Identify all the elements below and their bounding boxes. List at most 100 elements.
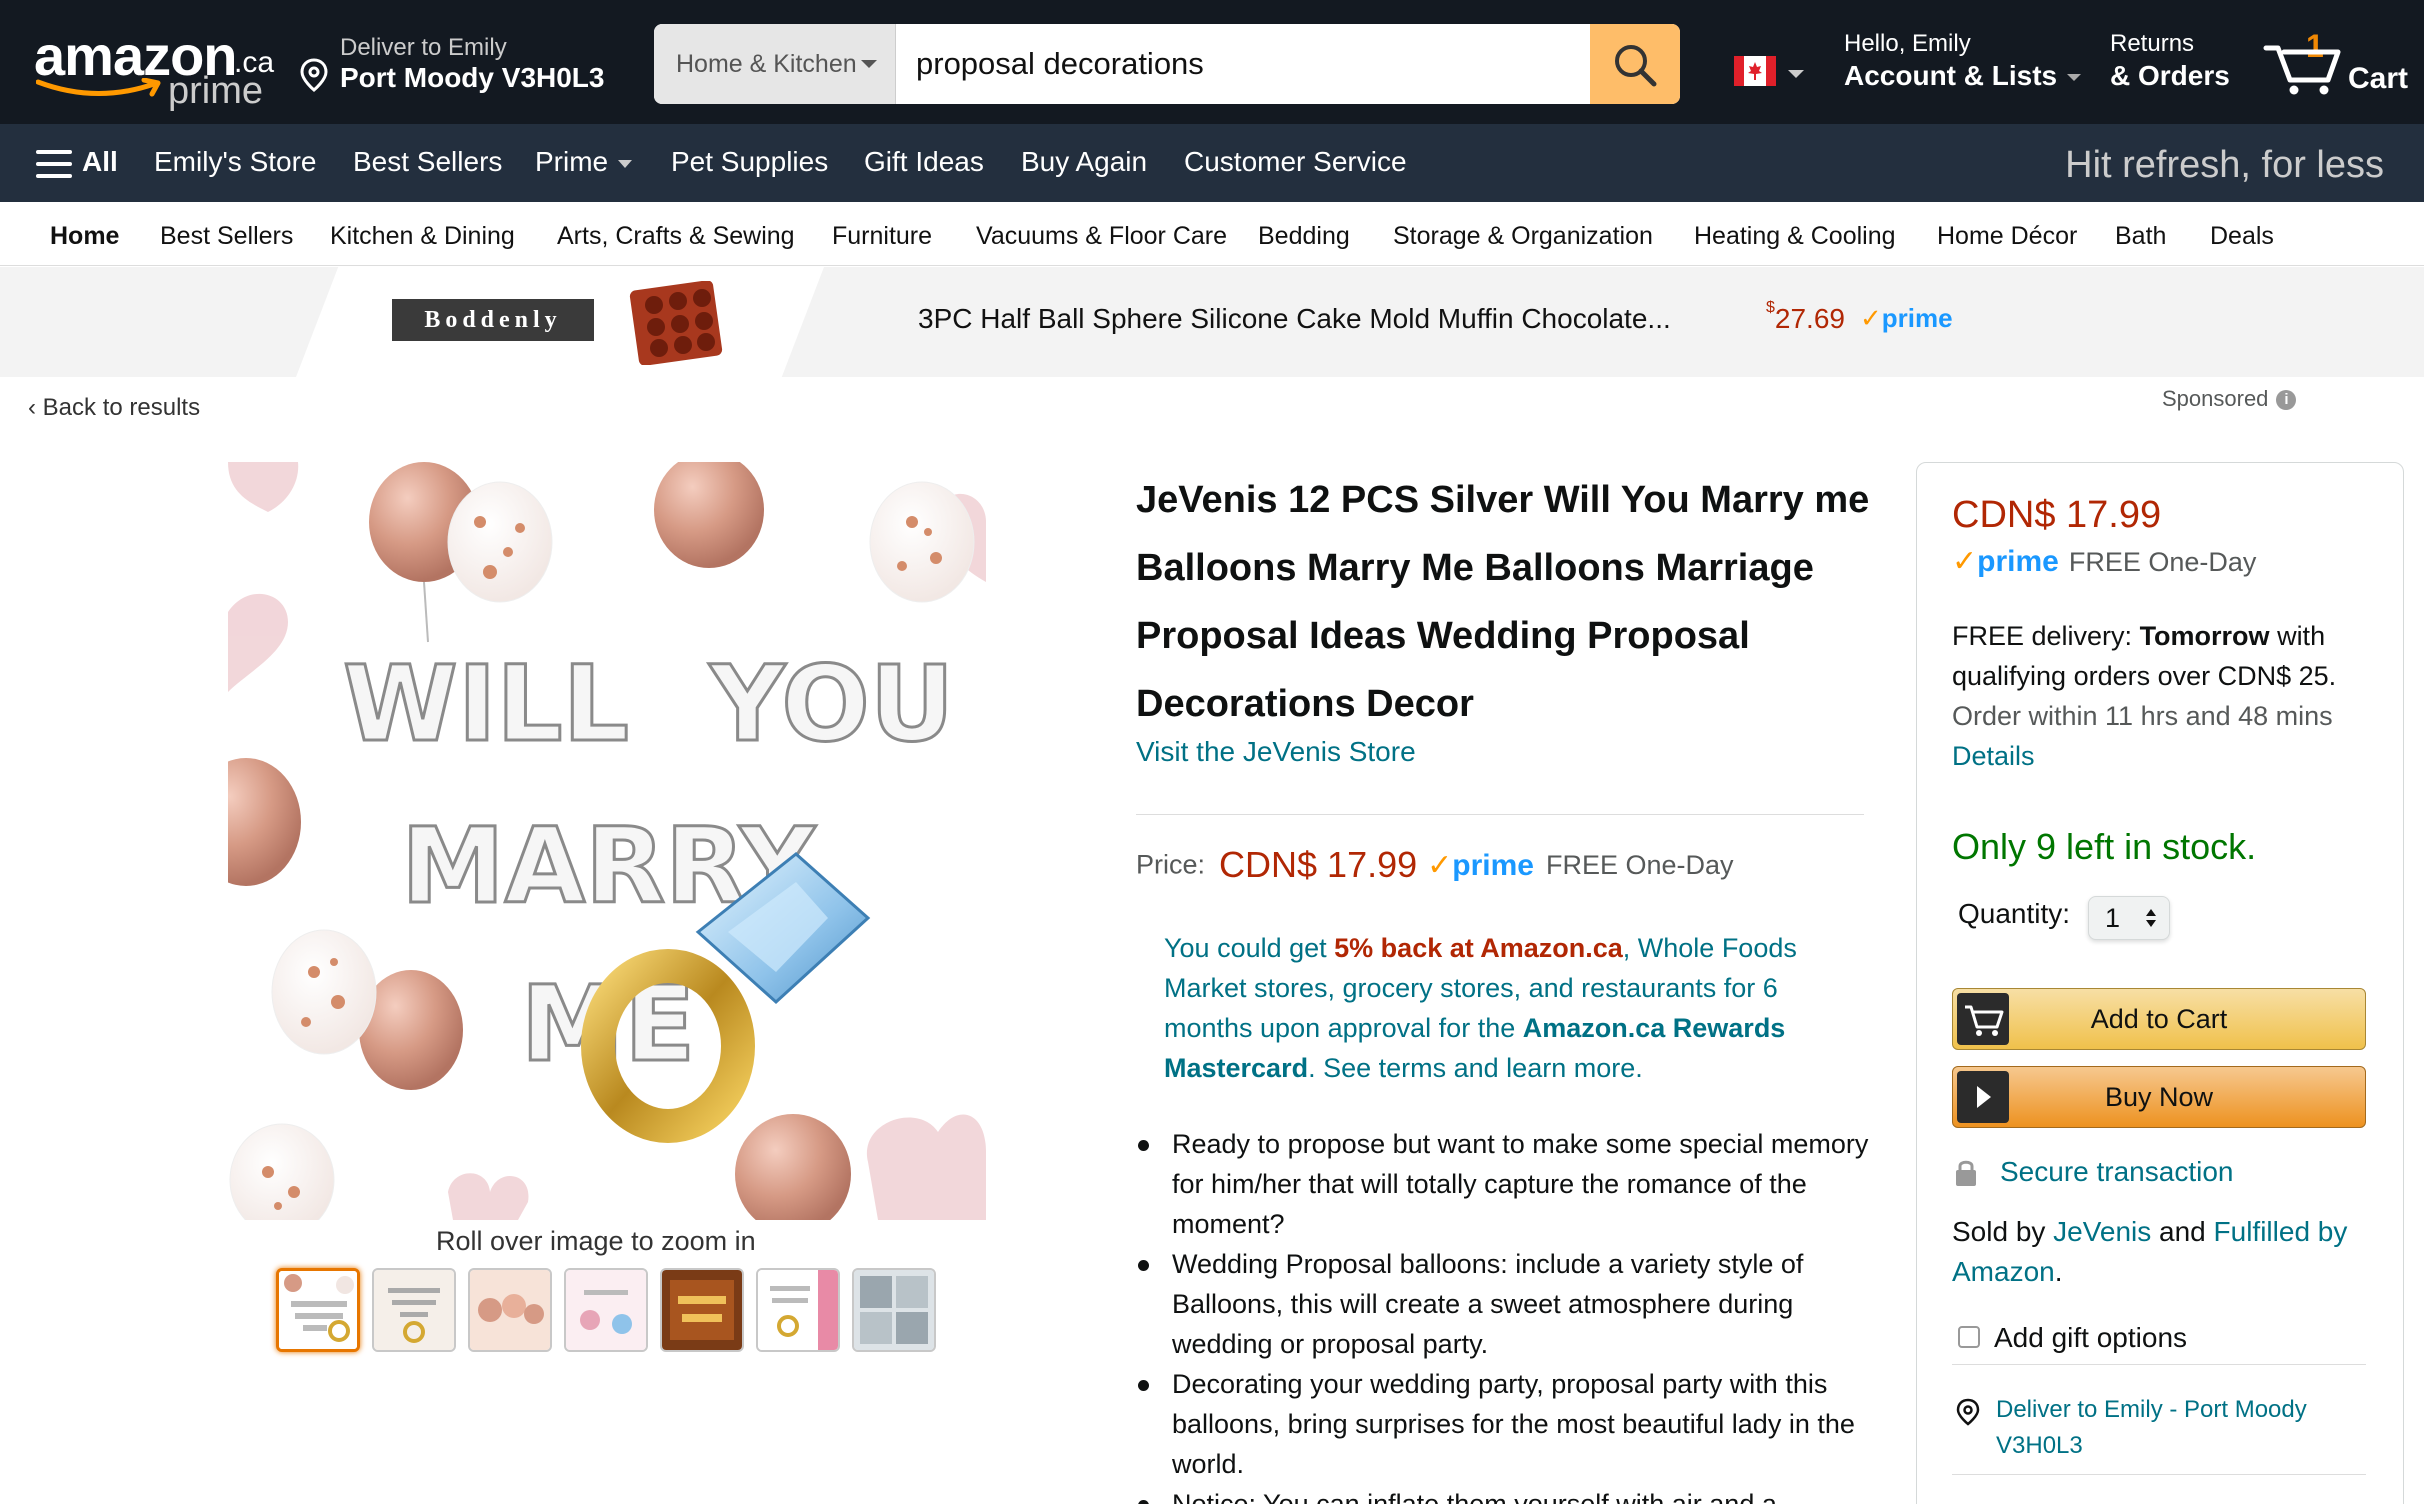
orders-label: & Orders bbox=[2110, 60, 2230, 91]
nav-promo-text[interactable]: Hit refresh, for less bbox=[2065, 144, 2384, 187]
chevron-left-icon: ‹ bbox=[28, 394, 43, 421]
select-arrows-icon bbox=[2146, 909, 2156, 927]
nav-item-pet-supplies[interactable]: Pet Supplies bbox=[671, 146, 828, 178]
subnav-item-bedding[interactable]: Bedding bbox=[1258, 222, 1350, 251]
smile-arrow-icon bbox=[36, 78, 161, 97]
thumbnail-3[interactable] bbox=[468, 1268, 552, 1352]
delivery-prefix: FREE delivery: bbox=[1952, 621, 2140, 651]
nav-item-best-sellers[interactable]: Best Sellers bbox=[353, 146, 502, 178]
product-title: JeVenis 12 PCS Silver Will You Marry me … bbox=[1136, 479, 1870, 725]
promo-suffix: . See terms and learn more. bbox=[1308, 1053, 1643, 1083]
nav-item-prime[interactable]: Prime bbox=[535, 146, 633, 178]
banner-price-symbol: $ bbox=[1766, 299, 1775, 316]
thumbnail-6[interactable] bbox=[756, 1268, 840, 1352]
canada-flag-icon bbox=[1734, 56, 1776, 86]
back-to-results-link[interactable]: ‹ Back to results bbox=[28, 394, 200, 422]
amazon-prime-logo[interactable]: amazon .ca prime bbox=[30, 26, 274, 113]
chevron-down-icon bbox=[2067, 74, 2082, 82]
delivery-day: Tomorrow bbox=[2139, 621, 2270, 651]
buybox-prime-row: ✓prime FREE One-Day bbox=[1952, 544, 2256, 579]
search-bar: Home & Kitchen bbox=[654, 24, 1680, 104]
feature-bullets: Ready to propose but want to make some s… bbox=[1136, 1124, 1876, 1504]
delivery-details-link[interactable]: Details bbox=[1952, 741, 2035, 771]
cart-button[interactable]: 1 Cart bbox=[2262, 28, 2412, 104]
gift-options-checkbox[interactable] bbox=[1958, 1326, 1980, 1348]
prime-badge: ✓prime bbox=[1952, 545, 2059, 578]
subnav-item-heating-cooling[interactable]: Heating & Cooling bbox=[1694, 222, 1896, 251]
banner-prime-label: prime bbox=[1881, 303, 1953, 333]
seller-link[interactable]: JeVenis bbox=[2053, 1216, 2151, 1247]
promo-highlight: 5% back at Amazon.ca bbox=[1334, 933, 1623, 963]
divider bbox=[1952, 1364, 2366, 1365]
zoom-hint: Roll over image to zoom in bbox=[436, 1226, 756, 1256]
free-shipping-label: FREE One-Day bbox=[2068, 547, 2257, 577]
add-to-cart-button[interactable]: Add to Cart bbox=[1952, 988, 2366, 1050]
quantity-select[interactable]: 1 bbox=[2088, 896, 2170, 940]
location-pin-icon bbox=[300, 58, 328, 92]
search-icon bbox=[1615, 45, 1657, 87]
nav-item-customer-service[interactable]: Customer Service bbox=[1184, 146, 1407, 178]
account-and-lists[interactable]: Hello, Emily Account & Lists bbox=[1844, 30, 2082, 92]
search-category-label: Home & Kitchen bbox=[676, 50, 857, 78]
nav-item-gift-ideas[interactable]: Gift Ideas bbox=[864, 146, 984, 178]
subnav-item-home-decor[interactable]: Home Décor bbox=[1937, 222, 2077, 251]
banner-price: $27.69 bbox=[1766, 299, 1845, 335]
sold-by-info: Sold by JeVenis and Fulfilled by Amazon. bbox=[1952, 1212, 2382, 1292]
nav-item-emilys-store[interactable]: Emily's Store bbox=[154, 146, 317, 178]
banner-prime-badge: ✓prime bbox=[1860, 303, 1953, 334]
balloon-text-line1: WILL bbox=[343, 643, 629, 765]
price-row: Price: CDN$ 17.99 ✓prime FREE One-Day bbox=[1136, 844, 1734, 886]
product-price: CDN$ 17.99 bbox=[1219, 844, 1418, 885]
quantity-label: Quantity: bbox=[1958, 898, 2071, 929]
subnav-item-best-sellers[interactable]: Best Sellers bbox=[160, 222, 293, 251]
sold-by-end: . bbox=[2054, 1256, 2063, 1287]
back-to-results-label: Back to results bbox=[42, 394, 201, 421]
search-category-select[interactable]: Home & Kitchen bbox=[654, 24, 896, 104]
account-lists-label: Account & Lists bbox=[1844, 60, 2058, 91]
subnav-item-vacuums[interactable]: Vacuums & Floor Care bbox=[976, 222, 1227, 251]
language-selector[interactable] bbox=[1734, 56, 1804, 86]
subnav-item-arts-crafts[interactable]: Arts, Crafts & Sewing bbox=[557, 222, 795, 251]
sponsored-banner[interactable]: Boddenly 3PC Half Ball Sphere Silicone C… bbox=[0, 267, 2424, 377]
feature-bullet: Wedding Proposal balloons: include a var… bbox=[1136, 1244, 1876, 1364]
nav-item-prime-label: Prime bbox=[535, 146, 609, 177]
sponsored-label[interactable]: Sponsored i bbox=[2162, 386, 2297, 412]
play-icon bbox=[1957, 1071, 2009, 1123]
returns-and-orders[interactable]: Returns & Orders bbox=[2110, 30, 2230, 92]
buy-now-button[interactable]: Buy Now bbox=[1952, 1066, 2366, 1128]
subnav-item-furniture[interactable]: Furniture bbox=[832, 222, 932, 251]
hamburger-menu-icon bbox=[36, 150, 72, 178]
stock-status: Only 9 left in stock. bbox=[1952, 826, 2257, 867]
thumbnail-7[interactable] bbox=[852, 1268, 936, 1352]
feature-bullet: Decorating your wedding party, proposal … bbox=[1136, 1364, 1876, 1484]
prime-check-icon: ✓ bbox=[1952, 545, 1978, 578]
subnav-item-storage[interactable]: Storage & Organization bbox=[1393, 222, 1653, 251]
search-button[interactable] bbox=[1590, 24, 1680, 104]
banner-product-title[interactable]: 3PC Half Ball Sphere Silicone Cake Mold … bbox=[918, 303, 1671, 335]
subnav-item-deals[interactable]: Deals bbox=[2210, 222, 2274, 251]
add-to-cart-label: Add to Cart bbox=[2090, 1004, 2228, 1034]
main-nav: All Emily's Store Best Sellers Prime Pet… bbox=[0, 124, 2424, 202]
search-input[interactable] bbox=[896, 24, 1570, 104]
divider bbox=[1952, 1474, 2366, 1475]
product-main-image[interactable]: WILL YOU MARRY ME bbox=[228, 462, 986, 1220]
nav-item-buy-again[interactable]: Buy Again bbox=[1021, 146, 1147, 178]
subnav-item-home[interactable]: Home bbox=[50, 222, 119, 251]
chevron-down-icon bbox=[861, 60, 877, 68]
gift-options-label: Add gift options bbox=[1994, 1322, 2188, 1353]
feature-bullet: Notice: You can inflate them yourself wi… bbox=[1136, 1484, 1876, 1504]
thumbnail-image bbox=[470, 1270, 550, 1350]
thumbnail-4[interactable] bbox=[564, 1268, 648, 1352]
rewards-promo[interactable]: You could get 5% back at Amazon.ca, Whol… bbox=[1164, 928, 1844, 1088]
banner-brand-logo: Boddenly bbox=[392, 299, 594, 341]
thumbnail-2[interactable] bbox=[372, 1268, 456, 1352]
thumbnail-1[interactable] bbox=[276, 1268, 360, 1352]
sold-by-prefix: Sold by bbox=[1952, 1216, 2054, 1247]
subnav-item-kitchen-dining[interactable]: Kitchen & Dining bbox=[330, 222, 515, 251]
secure-transaction-label: Secure transaction bbox=[2000, 1156, 2234, 1187]
lock-icon bbox=[1956, 1160, 1976, 1186]
subnav-item-bath[interactable]: Bath bbox=[2115, 222, 2166, 251]
thumbnail-image bbox=[279, 1271, 357, 1349]
thumbnail-5[interactable] bbox=[660, 1268, 744, 1352]
visit-store-link[interactable]: Visit the JeVenis Store bbox=[1136, 736, 1416, 768]
